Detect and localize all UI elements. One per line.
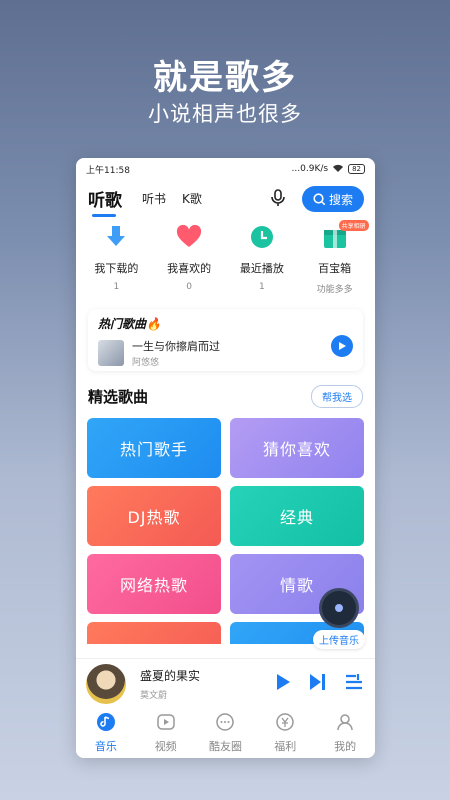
battery-indicator: 82 bbox=[348, 164, 365, 174]
tab-karaoke[interactable]: K歌 bbox=[182, 190, 202, 207]
tile-hot-singers[interactable]: 热门歌手 bbox=[87, 418, 221, 478]
hot-song-title: 一生与你擦肩而过 bbox=[132, 340, 220, 353]
nav-label: 视频 bbox=[154, 740, 177, 753]
hot-song-info: 一生与你擦肩而过 阿悠悠 bbox=[132, 338, 220, 368]
hot-song-row: 一生与你擦肩而过 阿悠悠 bbox=[98, 338, 353, 368]
help-me-choose-button[interactable]: 帮我选 bbox=[311, 385, 363, 408]
featured-title: 精选歌曲 bbox=[88, 388, 149, 406]
now-playing-info: 盛夏的果实 莫文蔚 bbox=[140, 667, 200, 701]
quick-count: 0 bbox=[186, 282, 192, 292]
quick-sub: 功能多多 bbox=[316, 285, 353, 295]
search-label: 搜索 bbox=[328, 192, 353, 207]
playlist-icon[interactable] bbox=[345, 673, 363, 691]
nav-label: 我的 bbox=[334, 740, 357, 753]
now-playing-artist: 莫文蔚 bbox=[140, 690, 168, 701]
promo-title: 就是歌多 bbox=[153, 58, 297, 98]
toolbox-badge: 共享相册 bbox=[338, 220, 369, 231]
top-nav: 听歌 听书 K歌 搜索 bbox=[76, 180, 375, 217]
chat-bubble-icon bbox=[216, 713, 235, 731]
quick-label: 最近播放 bbox=[239, 262, 284, 275]
nav-label: 音乐 bbox=[94, 740, 117, 753]
status-bar: 上午11:58 ...0.9K/s 82 bbox=[76, 158, 375, 180]
quick-downloads[interactable]: 我下载的 1 bbox=[82, 224, 150, 295]
quick-likes[interactable]: 我喜欢的 0 bbox=[155, 224, 223, 295]
tab-books[interactable]: 听书 bbox=[142, 190, 166, 207]
nav-video[interactable]: 视频 bbox=[141, 712, 191, 754]
quick-label: 我下载的 bbox=[94, 262, 139, 275]
heart-icon bbox=[177, 224, 202, 247]
hot-song-artist: 阿悠悠 bbox=[132, 358, 160, 368]
play-button[interactable] bbox=[331, 335, 353, 357]
video-icon bbox=[156, 714, 175, 730]
download-icon bbox=[107, 226, 126, 246]
nav-profile[interactable]: 我的 bbox=[320, 712, 370, 754]
nav-music[interactable]: 音乐 bbox=[81, 712, 131, 754]
profile-icon bbox=[337, 714, 353, 731]
quick-toolbox[interactable]: 共享相册 百宝箱 功能多多 bbox=[301, 220, 369, 295]
tile-guess-you-like[interactable]: 猜你喜欢 bbox=[230, 418, 364, 478]
album-cover bbox=[86, 663, 126, 704]
player-controls bbox=[275, 673, 363, 691]
mini-player[interactable]: 盛夏的果实 莫文蔚 bbox=[76, 658, 375, 708]
quick-access: 我下载的 1 我喜欢的 0 最近播放 1 共享相册 百宝箱 功能多多 bbox=[76, 216, 375, 295]
play-icon bbox=[339, 342, 346, 350]
upload-music-button[interactable]: 上传音乐 bbox=[313, 588, 365, 649]
next-track-icon[interactable] bbox=[309, 673, 327, 691]
tab-listen[interactable]: 听歌 bbox=[88, 186, 122, 217]
featured-header: 精选歌曲 帮我选 bbox=[88, 385, 363, 408]
tile-more-1[interactable] bbox=[87, 622, 221, 644]
music-note-icon bbox=[96, 713, 115, 731]
quick-label: 百宝箱 bbox=[318, 262, 352, 275]
play-icon[interactable] bbox=[275, 673, 291, 691]
nav-label: 福利 bbox=[274, 740, 297, 753]
clock-icon bbox=[250, 226, 273, 248]
nav-label: 酷友圈 bbox=[208, 740, 242, 753]
network-speed: ...0.9K/s bbox=[291, 164, 329, 174]
phone-screen: 上午11:58 ...0.9K/s 82 听歌 听书 K歌 搜索 我下载的 1 … bbox=[76, 158, 375, 758]
quick-count: 1 bbox=[259, 282, 265, 292]
tile-classic[interactable]: 经典 bbox=[230, 486, 364, 546]
quick-label: 我喜欢的 bbox=[167, 262, 212, 275]
hot-songs-card[interactable]: 热门歌曲🔥 一生与你擦肩而过 阿悠悠 bbox=[88, 309, 363, 371]
search-button[interactable]: 搜索 bbox=[302, 186, 364, 212]
hot-songs-title: 热门歌曲🔥 bbox=[98, 317, 161, 331]
status-indicators: ...0.9K/s 82 bbox=[292, 164, 365, 175]
quick-count: 1 bbox=[113, 282, 120, 292]
nav-friends[interactable]: 酷友圈 bbox=[200, 712, 250, 754]
mic-icon[interactable] bbox=[268, 188, 288, 208]
wifi-icon bbox=[333, 164, 344, 175]
tile-dj[interactable]: DJ热歌 bbox=[87, 486, 221, 546]
tile-internet-hits[interactable]: 网络热歌 bbox=[87, 554, 221, 614]
vinyl-disc-icon bbox=[319, 588, 359, 628]
bottom-nav: 音乐 视频 酷友圈 福利 我的 bbox=[76, 708, 375, 758]
upload-label: 上传音乐 bbox=[313, 630, 365, 649]
quick-recent[interactable]: 最近播放 1 bbox=[228, 224, 296, 295]
now-playing-title: 盛夏的果实 bbox=[140, 668, 201, 683]
promo-subtitle: 小说相声也很多 bbox=[148, 102, 302, 126]
status-time: 上午11:58 bbox=[86, 165, 130, 176]
search-icon bbox=[313, 192, 326, 205]
song-thumbnail bbox=[98, 340, 124, 366]
coin-icon bbox=[276, 713, 295, 731]
nav-welfare[interactable]: 福利 bbox=[260, 712, 310, 754]
